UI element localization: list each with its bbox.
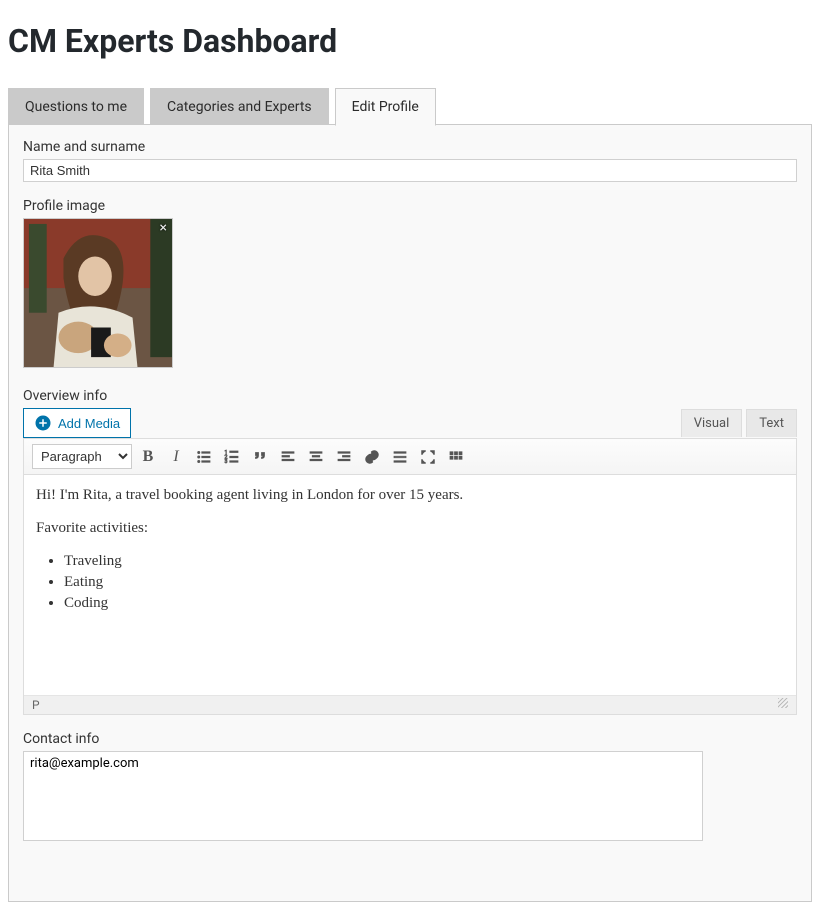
align-center-button[interactable]: [304, 445, 328, 469]
toolbar-toggle-button[interactable]: [444, 445, 468, 469]
contact-label: Contact info: [23, 731, 797, 747]
tab-content: Name and surname Profile image: [8, 124, 812, 902]
editor-tab-text[interactable]: Text: [746, 409, 797, 437]
name-input[interactable]: [23, 159, 797, 182]
add-media-button[interactable]: Add Media: [23, 408, 131, 438]
add-media-label: Add Media: [58, 416, 120, 431]
resize-handle[interactable]: [778, 698, 788, 708]
remove-image-icon[interactable]: ×: [160, 220, 167, 236]
name-label: Name and surname: [23, 139, 797, 155]
tab-row: Questions to me Categories and Experts E…: [8, 88, 812, 125]
profile-image[interactable]: [23, 218, 173, 368]
editor-frame: Paragraph B I 123 Hi! I'm Rita,: [23, 438, 797, 715]
media-icon: [34, 414, 52, 432]
tab-categories-and-experts[interactable]: Categories and Experts: [150, 88, 329, 125]
editor-paragraph: Favorite activities:: [36, 520, 784, 537]
editor-status-bar: P: [24, 695, 796, 714]
editor-content[interactable]: Hi! I'm Rita, a travel booking agent liv…: [24, 475, 796, 695]
contact-textarea[interactable]: [23, 751, 703, 841]
profile-image-label: Profile image: [23, 198, 797, 214]
format-select[interactable]: Paragraph: [32, 444, 132, 469]
list-item: Traveling: [64, 553, 784, 570]
tab-edit-profile[interactable]: Edit Profile: [335, 88, 436, 126]
link-button[interactable]: [360, 445, 384, 469]
list-item: Eating: [64, 574, 784, 591]
bold-button[interactable]: B: [136, 445, 160, 469]
editor-toolbar: Paragraph B I 123: [24, 439, 796, 475]
editor-path: P: [32, 698, 40, 712]
overview-label: Overview info: [23, 388, 797, 404]
blockquote-button[interactable]: [248, 445, 272, 469]
align-right-button[interactable]: [332, 445, 356, 469]
italic-button[interactable]: I: [164, 445, 188, 469]
align-left-button[interactable]: [276, 445, 300, 469]
svg-text:3: 3: [225, 459, 228, 465]
editor-paragraph: Hi! I'm Rita, a travel booking agent liv…: [36, 487, 784, 504]
editor-list: Traveling Eating Coding: [64, 553, 784, 612]
page-title: CM Experts Dashboard: [8, 22, 812, 60]
bullet-list-button[interactable]: [192, 445, 216, 469]
numbered-list-button[interactable]: 123: [220, 445, 244, 469]
tab-questions-to-me[interactable]: Questions to me: [8, 88, 144, 125]
insert-more-button[interactable]: [388, 445, 412, 469]
list-item: Coding: [64, 595, 784, 612]
profile-image-wrap: ×: [23, 218, 173, 368]
editor-tab-visual[interactable]: Visual: [681, 409, 743, 437]
fullscreen-button[interactable]: [416, 445, 440, 469]
